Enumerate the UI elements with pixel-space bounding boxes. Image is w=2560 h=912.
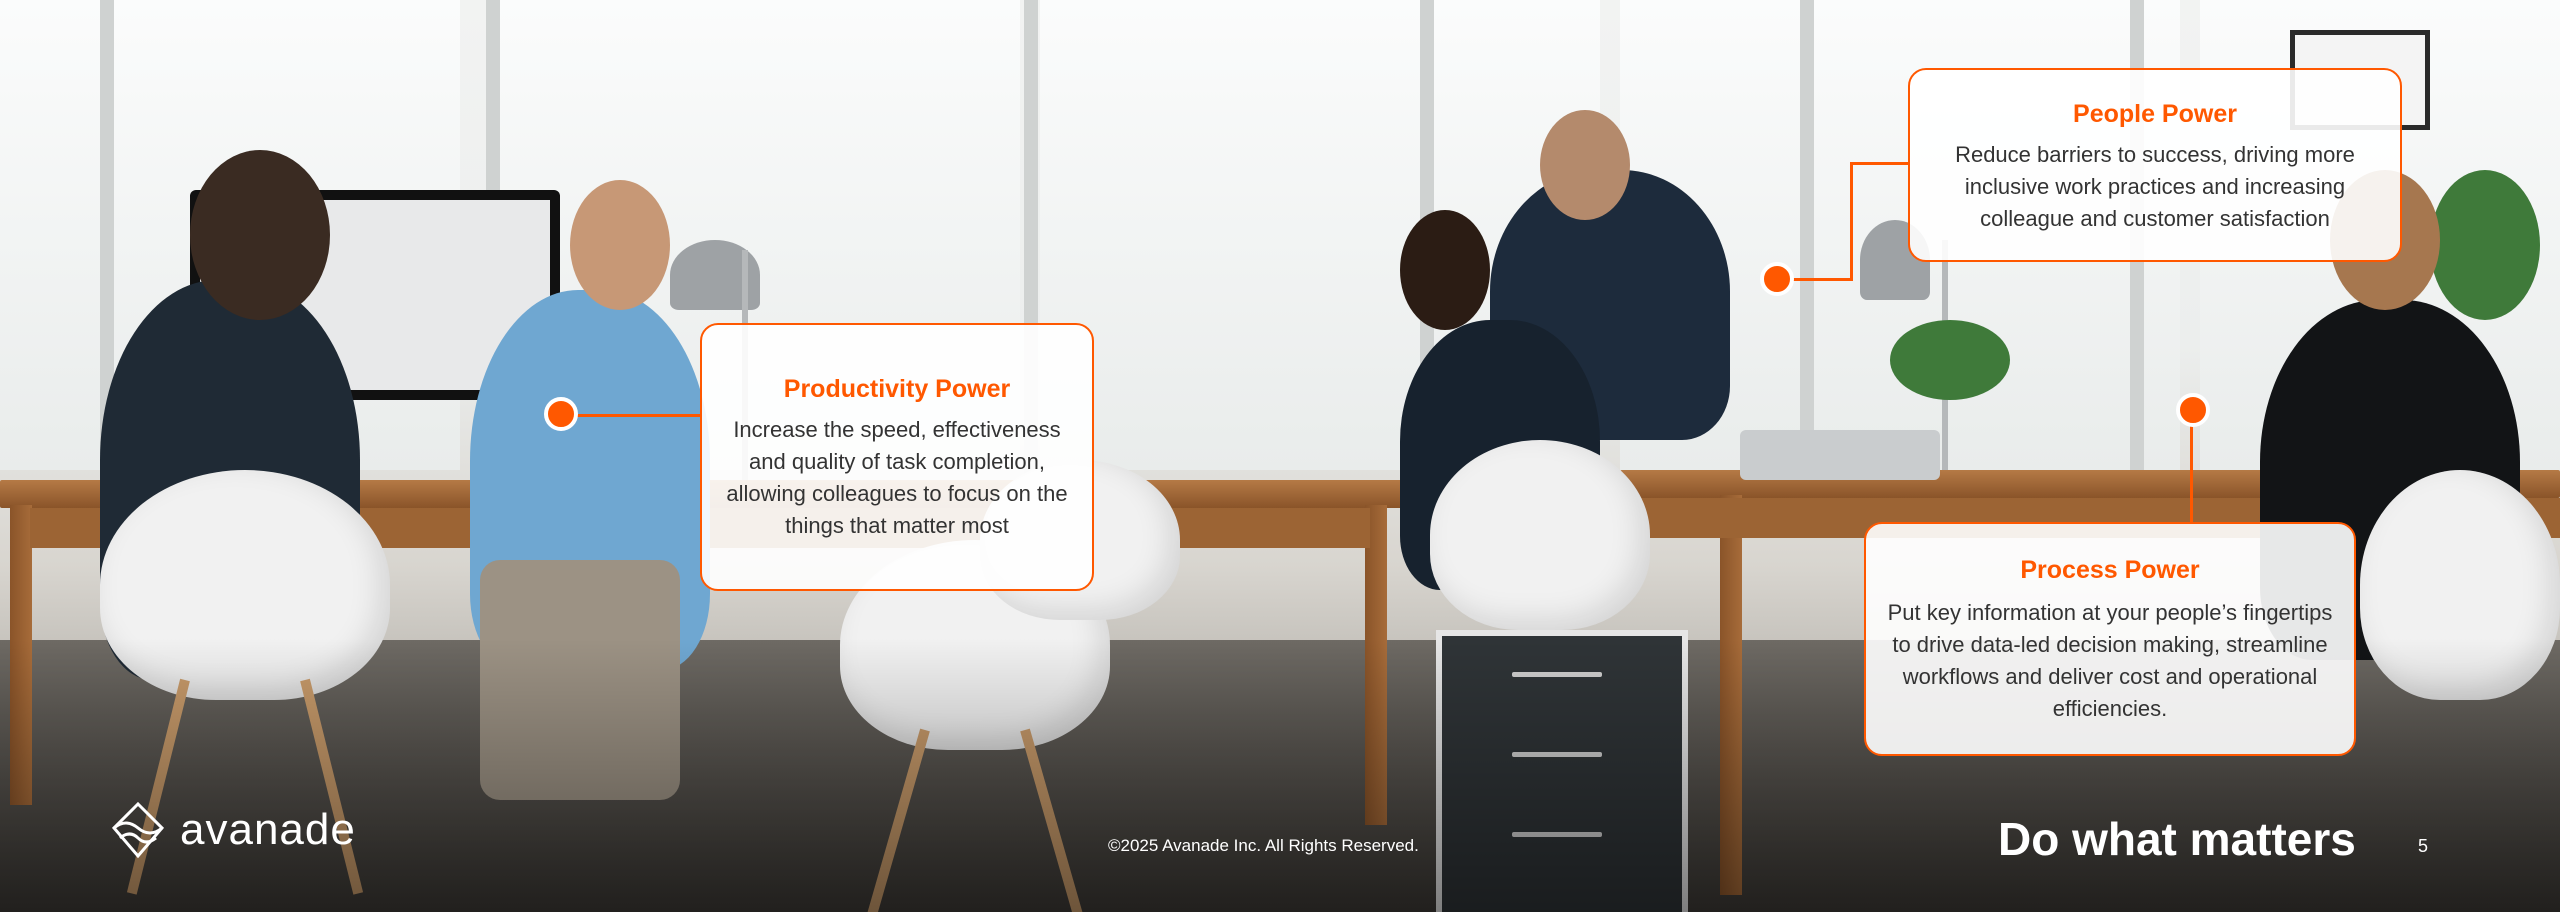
hotspot-productivity[interactable] [544,397,578,431]
tagline: Do what matters [1998,813,2356,865]
copyright-text: ©2025 Avanade Inc. All Rights Reserved. [1108,836,1419,855]
page-number: 5 [2418,836,2429,856]
callout-body: Put key information at your people’s fin… [1887,600,2333,721]
callout-productivity: Productivity Power Increase the speed, e… [700,323,1094,591]
connector-line-people [1792,278,1852,281]
connector-line-process [2190,420,2193,524]
callout-title: Process Power [2020,556,2200,584]
callout-body: Increase the speed, effectiveness and qu… [726,417,1068,538]
callout-process: Process Power Put key information at you… [1864,522,2356,756]
avanade-logo: avanade [108,800,356,860]
hotspot-people[interactable] [1760,262,1794,296]
hotspot-process[interactable] [2176,393,2210,427]
callout-body: Reduce barriers to success, driving more… [1955,142,2355,231]
logo-text: avanade [180,805,356,854]
connector-line-productivity [574,414,702,417]
connector-line-people [1850,162,1853,281]
callout-people: People Power Reduce barriers to success,… [1908,68,2402,262]
callout-title: People Power [2073,100,2237,128]
connector-line-people [1850,162,1910,165]
callout-title: Productivity Power [783,375,1011,403]
avanade-logo-icon [111,801,165,859]
